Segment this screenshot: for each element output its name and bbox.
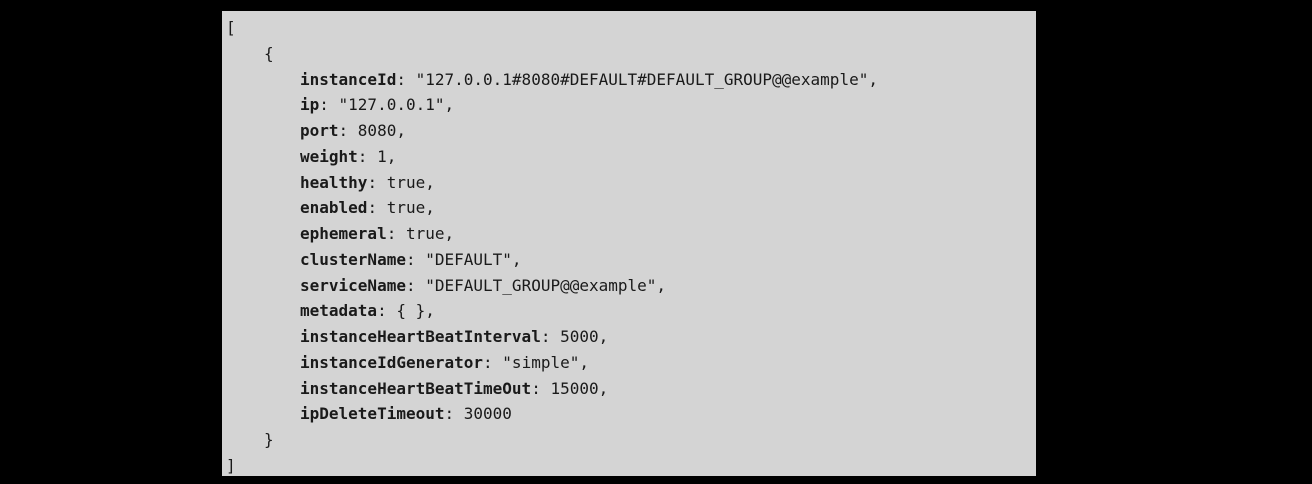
field-key: weight — [300, 146, 358, 166]
field-ipDeleteTimeout: ipDeleteTimeout: 30000 — [300, 404, 512, 424]
field-key: healthy — [300, 172, 368, 192]
field-key: serviceName — [300, 275, 406, 295]
field-key: instanceHeartBeatInterval — [300, 327, 541, 346]
close-array-bracket: ] — [226, 455, 236, 475]
field-serviceName: serviceName: "DEFAULT_GROUP@@example", — [300, 275, 667, 295]
field-value: true, — [386, 172, 435, 192]
open-array-bracket: [ — [226, 18, 236, 37]
field-value: "127.0.0.1", — [338, 95, 455, 115]
field-weight: weight: 1, — [300, 146, 397, 166]
field-instanceId: instanceId: "127.0.0.1#8080#DEFAULT#DEFA… — [300, 69, 878, 89]
field-value: "127.0.0.1#8080#DEFAULT#DEFAULT_GROUP@@e… — [415, 69, 878, 89]
json-viewer: [ { instanceId: "127.0.0.1#8080#DEFAULT#… — [222, 11, 1036, 476]
field-metadata: metadata: { }, — [300, 301, 435, 321]
open-object-brace: { — [264, 43, 274, 63]
field-key: instanceId — [300, 69, 397, 89]
field-key: clusterName — [300, 249, 406, 269]
field-key: instanceIdGenerator — [300, 352, 484, 372]
field-key: ip — [300, 95, 320, 115]
field-instanceIdGenerator: instanceIdGenerator: "simple", — [300, 352, 589, 372]
field-value: true, — [405, 224, 455, 243]
field-instanceHeartBeatInterval: instanceHeartBeatInterval: 5000, — [300, 327, 609, 346]
field-value: "simple", — [502, 352, 589, 372]
field-key: enabled — [300, 198, 368, 218]
field-port: port: 8080, — [300, 121, 406, 140]
json-code-block: [ { instanceId: "127.0.0.1#8080#DEFAULT#… — [226, 15, 878, 476]
field-value: { }, — [396, 301, 435, 321]
field-value: 15000, — [550, 378, 609, 398]
field-key: ipDeleteTimeout — [300, 404, 445, 424]
close-object-brace: } — [264, 430, 274, 449]
field-value: 8080, — [357, 121, 406, 140]
field-key: port — [300, 121, 339, 140]
field-value: 1, — [377, 146, 397, 166]
field-healthy: healthy: true, — [300, 172, 435, 192]
field-instanceHeartBeatTimeOut: instanceHeartBeatTimeOut: 15000, — [300, 378, 609, 398]
field-key: metadata — [300, 301, 378, 321]
field-value: 30000 — [463, 404, 512, 424]
field-value: 5000, — [560, 327, 609, 346]
field-value: true, — [386, 198, 435, 218]
field-enabled: enabled: true, — [300, 198, 435, 218]
field-key: instanceHeartBeatTimeOut — [300, 378, 532, 398]
field-ephemeral: ephemeral: true, — [300, 224, 455, 243]
field-value: "DEFAULT", — [425, 249, 522, 269]
field-key: ephemeral — [300, 224, 387, 243]
field-ip: ip: "127.0.0.1", — [300, 95, 455, 115]
field-clusterName: clusterName: "DEFAULT", — [300, 249, 522, 269]
field-value: "DEFAULT_GROUP@@example", — [425, 275, 667, 295]
